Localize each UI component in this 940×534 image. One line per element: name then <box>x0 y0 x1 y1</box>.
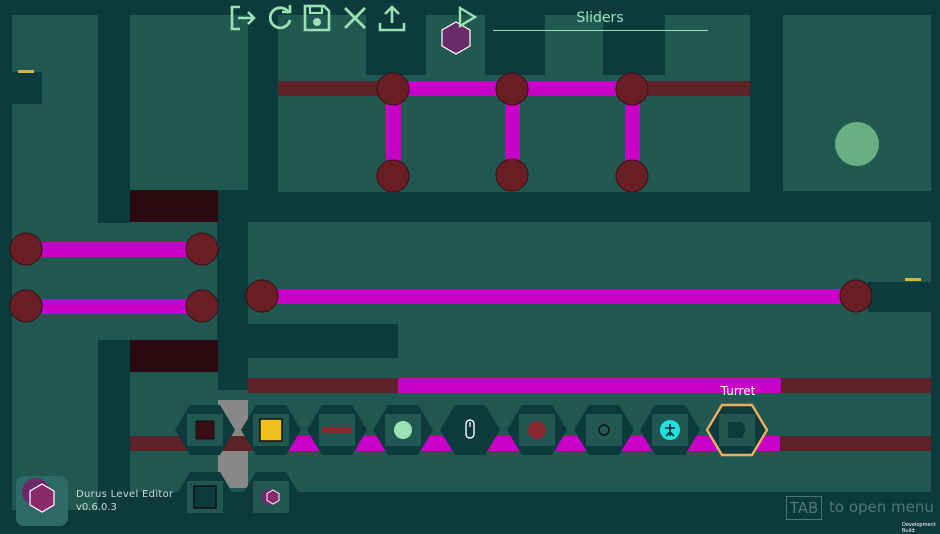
block-tile <box>130 340 218 372</box>
block-tile <box>130 190 218 222</box>
save-button[interactable] <box>302 3 332 33</box>
hexagon-icon <box>266 489 280 505</box>
slider-node[interactable] <box>185 232 219 266</box>
dark-red-square-icon <box>195 420 215 440</box>
slider-track-active <box>26 299 202 314</box>
floor-main-right <box>868 222 931 282</box>
red-circle-icon <box>528 421 546 439</box>
reload-button[interactable] <box>265 3 295 33</box>
tab-key-badge: TAB <box>786 496 822 520</box>
app-version: v0.6.0.3 <box>76 502 117 513</box>
wall-square-icon <box>193 485 217 509</box>
wall-segment <box>868 282 931 312</box>
palette-turret-tool[interactable] <box>706 403 768 457</box>
wall-segment <box>98 370 130 490</box>
slider-track-active <box>262 289 856 304</box>
slider-node[interactable] <box>615 72 649 106</box>
selected-tool-label: Turret <box>720 384 756 398</box>
wall-segment <box>248 192 783 222</box>
wall-curve <box>98 340 130 370</box>
floor-top-gap-c <box>665 15 750 75</box>
app-name: Durus Level Editor <box>76 489 174 500</box>
palette-block-tool[interactable] <box>174 403 236 457</box>
floor-left-mid <box>12 222 217 340</box>
title-underline <box>493 30 708 31</box>
palette-mouse-tool[interactable] <box>439 403 501 457</box>
upload-icon <box>378 5 406 32</box>
exit-icon <box>230 5 256 31</box>
floor-top-left-room <box>130 15 248 190</box>
palette-ring-tool[interactable] <box>573 403 635 457</box>
reload-icon <box>268 5 292 30</box>
slider-node[interactable] <box>495 72 529 106</box>
wall-segment <box>248 325 398 358</box>
slider-node[interactable] <box>245 279 279 313</box>
yellow-marker <box>18 70 34 73</box>
slider-node[interactable] <box>9 289 43 323</box>
floor-main <box>248 222 868 324</box>
tab-hint: to open menu <box>829 498 934 516</box>
save-icon <box>303 4 331 32</box>
close-button[interactable] <box>340 3 370 33</box>
yellow-square-icon <box>259 418 283 442</box>
play-button[interactable] <box>452 3 482 33</box>
palette-wall-tool[interactable] <box>174 470 236 524</box>
palette-slider-track-tool[interactable] <box>306 403 368 457</box>
wall-segment <box>248 70 278 192</box>
palette-goal-tool[interactable] <box>372 403 434 457</box>
palette-spawn-tool[interactable] <box>639 403 701 457</box>
level-title: Sliders <box>576 10 624 26</box>
upload-button[interactable] <box>377 3 407 33</box>
wall-segment <box>750 68 783 192</box>
yellow-marker <box>905 278 921 281</box>
green-circle-icon <box>394 421 412 439</box>
slider-node[interactable] <box>376 159 410 193</box>
slider-node[interactable] <box>839 279 873 313</box>
slider-node[interactable] <box>185 289 219 323</box>
wall-segment <box>98 15 130 223</box>
slider-node[interactable] <box>376 72 410 106</box>
goal-circle[interactable] <box>835 122 879 166</box>
wall-segment <box>750 15 783 45</box>
slider-node[interactable] <box>495 158 529 192</box>
wall-segment <box>485 15 545 75</box>
slider-node[interactable] <box>9 232 43 266</box>
palette-hex-tool[interactable] <box>240 470 302 524</box>
slider-node[interactable] <box>615 159 649 193</box>
wall-segment <box>12 72 42 104</box>
play-icon <box>458 5 478 29</box>
dev-build-note: Development Build <box>902 522 936 534</box>
exit-button[interactable] <box>228 3 258 33</box>
wall-segment <box>218 190 248 390</box>
palette-node-tool[interactable] <box>506 403 568 457</box>
palette-yellow-block-tool[interactable] <box>240 403 302 457</box>
slider-track-active <box>26 242 202 257</box>
close-icon <box>344 7 366 29</box>
slider-bar-icon <box>322 427 352 433</box>
floor-top-room-a <box>278 15 366 192</box>
